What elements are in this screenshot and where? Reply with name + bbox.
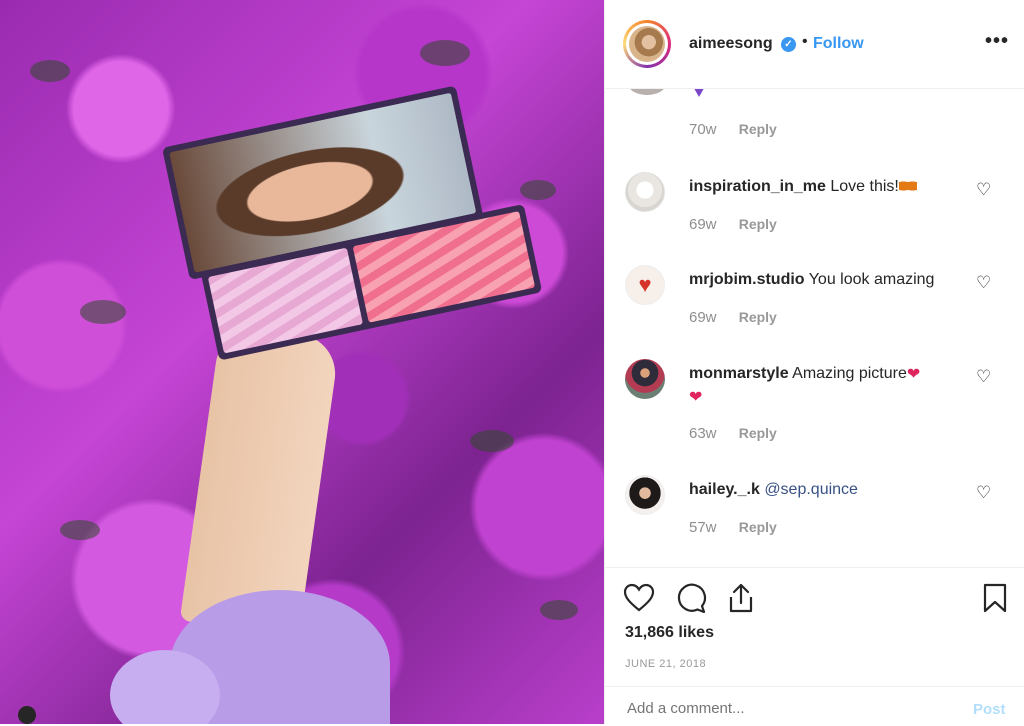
butterfly-emoji-icon bbox=[898, 179, 917, 193]
comment-username[interactable]: inspiration_in_me bbox=[689, 178, 826, 195]
reply-button[interactable]: Reply bbox=[739, 216, 777, 232]
reply-button[interactable]: Reply bbox=[739, 309, 777, 325]
bookmark-icon[interactable] bbox=[979, 582, 1011, 614]
comment-avatar[interactable] bbox=[625, 475, 665, 515]
comment-avatar[interactable] bbox=[625, 359, 665, 399]
more-options-icon[interactable]: ••• bbox=[985, 30, 1009, 53]
leaf-decoration bbox=[80, 300, 126, 324]
leaf-decoration bbox=[30, 60, 70, 82]
comment-age: 69w bbox=[689, 216, 717, 233]
post-comment-button[interactable]: Post bbox=[973, 701, 1006, 718]
comment-age: 63w bbox=[689, 425, 717, 442]
post-header: aimeesong ✓ • Follow ••• bbox=[605, 0, 1024, 89]
reply-button[interactable]: Reply bbox=[739, 519, 777, 535]
comment-meta: 57w Reply bbox=[689, 519, 777, 536]
comment-text: mrjobim.studio You look amazing bbox=[689, 269, 969, 291]
comment-meta: 63w Reply bbox=[689, 425, 777, 442]
comment-text: hailey._.k @sep.quince bbox=[689, 479, 969, 501]
like-comment-heart-icon[interactable]: ♡ bbox=[976, 367, 991, 387]
comment-avatar[interactable] bbox=[627, 89, 667, 95]
comment-text: monmarstyle Amazing picture❤ ❤ bbox=[689, 363, 969, 409]
like-comment-heart-icon[interactable]: ♡ bbox=[976, 180, 991, 200]
purple-heart-emoji-icon bbox=[691, 89, 707, 97]
post-image[interactable] bbox=[0, 0, 604, 724]
comment-body: Love this! bbox=[830, 178, 899, 195]
post-date: JUNE 21, 2018 bbox=[625, 658, 707, 670]
comments-list[interactable]: 70w Reply inspiration_in_me Love this! ♡… bbox=[605, 89, 1024, 567]
comment-username[interactable]: mrjobim.studio bbox=[689, 271, 805, 288]
instagram-post: aimeesong ✓ • Follow ••• 70w Reply inspi… bbox=[0, 0, 1024, 724]
leaf-decoration bbox=[470, 430, 514, 452]
heart-emoji-icon: ❤ bbox=[689, 389, 703, 406]
heart-icon[interactable] bbox=[623, 582, 655, 614]
comment-meta: 70w Reply bbox=[689, 121, 777, 138]
hand bbox=[179, 323, 341, 637]
comment-age: 57w bbox=[689, 519, 717, 536]
heart-emoji-icon: ❤ bbox=[906, 366, 921, 383]
reply-button[interactable]: Reply bbox=[739, 121, 777, 137]
post-sidebar: aimeesong ✓ • Follow ••• 70w Reply inspi… bbox=[604, 0, 1024, 724]
leaf-decoration bbox=[540, 600, 578, 620]
comment-body: You look amazing bbox=[808, 271, 935, 288]
comment-username[interactable]: monmarstyle bbox=[689, 365, 789, 382]
author-avatar[interactable] bbox=[623, 20, 671, 68]
add-comment-input[interactable] bbox=[625, 699, 949, 718]
leaf-decoration bbox=[420, 40, 470, 66]
comment-meta: 69w Reply bbox=[689, 216, 777, 233]
comment-username[interactable]: hailey._.k bbox=[689, 481, 760, 498]
comment-body: Amazing picture bbox=[792, 365, 907, 382]
comment-age: 70w bbox=[689, 121, 717, 138]
comment-mention-link[interactable]: @sep.quince bbox=[764, 481, 858, 498]
user-tag-icon[interactable] bbox=[18, 706, 36, 724]
comment-avatar[interactable] bbox=[625, 172, 665, 212]
post-actions: 31,866 likes JUNE 21, 2018 Post bbox=[605, 567, 1024, 725]
follow-button[interactable]: Follow bbox=[813, 35, 864, 53]
makeup-palette bbox=[150, 55, 543, 361]
author-username[interactable]: aimeesong bbox=[689, 35, 773, 53]
like-comment-heart-icon[interactable]: ♡ bbox=[976, 273, 991, 293]
comment-avatar[interactable]: ♥ bbox=[625, 265, 665, 305]
likes-count[interactable]: 31,866 likes bbox=[625, 624, 714, 642]
verified-badge-icon: ✓ bbox=[781, 37, 796, 52]
comment-age: 69w bbox=[689, 309, 717, 326]
comment-text: inspiration_in_me Love this! bbox=[689, 176, 969, 198]
reply-button[interactable]: Reply bbox=[739, 425, 777, 441]
leaf-decoration bbox=[60, 520, 100, 540]
like-comment-heart-icon[interactable]: ♡ bbox=[976, 483, 991, 503]
separator-dot: • bbox=[802, 33, 808, 50]
comment-icon[interactable] bbox=[675, 582, 707, 614]
comment-meta: 69w Reply bbox=[689, 309, 777, 326]
share-icon[interactable] bbox=[725, 582, 757, 614]
add-comment-section: Post bbox=[605, 686, 1024, 726]
